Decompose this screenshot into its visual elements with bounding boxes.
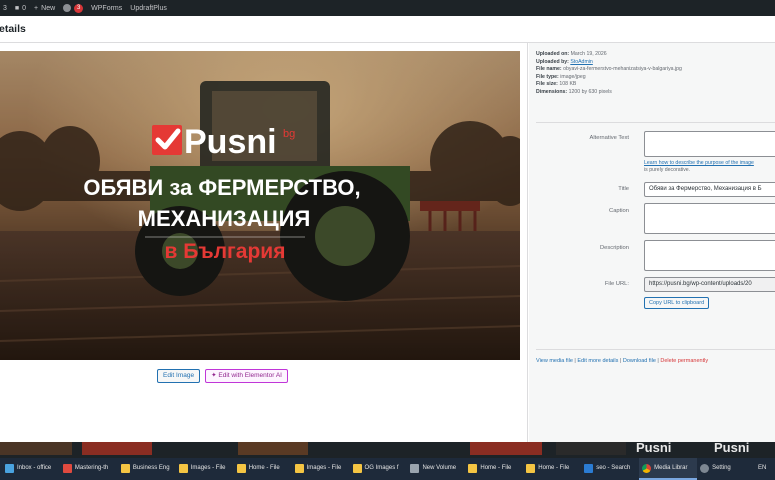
- adminbar-updates[interactable]: 3: [3, 5, 7, 12]
- folder-icon: [236, 463, 246, 473]
- language-indicator[interactable]: EN: [755, 458, 775, 480]
- search-app-icon: [584, 463, 594, 473]
- divider: [536, 349, 775, 350]
- taskbar-item[interactable]: Home - File: [234, 458, 292, 480]
- file-type: File type: image/jpeg: [536, 73, 586, 80]
- edit-image-button[interactable]: Edit Image: [157, 369, 201, 383]
- notification-badge: 3: [74, 3, 84, 13]
- taskbar-item-active[interactable]: Media Librar: [639, 458, 698, 480]
- plus-icon: +: [34, 4, 39, 12]
- background-media-grid: Pusni Pusni: [0, 440, 775, 455]
- image-edit-buttons: Edit Image ✦ Edit with Elementor AI: [70, 369, 375, 383]
- description-label: Description: [600, 245, 629, 251]
- seo-icon: [63, 4, 72, 12]
- taskbar-item[interactable]: Setting: [697, 458, 755, 480]
- adminbar-updraftplus[interactable]: UpdraftPlus: [130, 5, 167, 12]
- headline-line2: МЕХАНИЗАЦИЯ: [138, 206, 311, 231]
- chrome-icon: [642, 463, 652, 473]
- modal-header: etails: [0, 16, 775, 43]
- bg-thumbnail-text: Pusni: [636, 440, 672, 455]
- file-size: File size: 108 KB: [536, 81, 577, 88]
- folder-icon: [294, 463, 304, 473]
- copy-url-button[interactable]: Copy URL to clipboard: [644, 297, 710, 309]
- caption-label: Caption: [609, 208, 629, 214]
- gear-icon: [700, 463, 710, 473]
- mail-icon: [5, 463, 14, 473]
- uploaded-on: Uploaded on: March 19, 2026: [536, 51, 607, 57]
- download-file-link[interactable]: Download file: [623, 358, 656, 364]
- file-url-label: File URL:: [604, 281, 629, 287]
- drive-icon: [410, 463, 420, 473]
- modal-title: etails: [0, 23, 26, 35]
- view-media-file-link[interactable]: View media file: [536, 358, 573, 364]
- divider: [536, 122, 775, 123]
- adminbar-wpforms[interactable]: WPForms: [91, 5, 122, 12]
- taskbar-item[interactable]: New Volume: [407, 458, 465, 480]
- headline-line1: ОБЯВИ за ФЕРМЕРСТВО,: [83, 175, 360, 200]
- edit-more-details-link[interactable]: Edit more details: [577, 358, 618, 364]
- taskbar-item[interactable]: Home - File: [465, 458, 523, 480]
- admin-bar: 3 ■ 0 + New 3 WPForms UpdraftPlus: [0, 0, 775, 16]
- pusni-logo: [152, 125, 182, 155]
- adminbar-seo[interactable]: 3: [63, 3, 84, 13]
- alt-text-help: Learn how to describe the purpose of the…: [644, 160, 754, 173]
- headline-line3: в България: [165, 240, 286, 263]
- adminbar-new[interactable]: + New: [34, 5, 55, 12]
- alt-text-label: Alternative Text: [589, 135, 629, 141]
- alt-text-field[interactable]: [644, 131, 775, 157]
- taskbar-item[interactable]: seo - Search: [581, 458, 639, 480]
- taskbar-item[interactable]: Inbox - office: [2, 458, 60, 480]
- logo-text: Pusni: [184, 123, 277, 161]
- file-url-field[interactable]: https://pusni.bg/wp-content/uploads/20: [644, 277, 775, 292]
- file-name: File name: obyavi-za-fermerstvo-mehaniza…: [536, 66, 682, 73]
- uploaded-by: Uploaded by: StoAdmin: [536, 58, 593, 65]
- attachment-image: Pusni bg ОБЯВИ за ФЕРМЕРСТВО, МЕХАНИЗАЦИ…: [0, 51, 520, 360]
- delete-permanently-link[interactable]: Delete permanently: [660, 358, 708, 364]
- comment-icon: ■: [14, 4, 20, 12]
- edit-with-elementor-ai-button[interactable]: ✦ Edit with Elementor AI: [205, 369, 288, 383]
- pdf-icon: [62, 463, 72, 473]
- taskbar-item[interactable]: OG Images f: [350, 458, 408, 480]
- bg-thumbnail-text: Pusni: [714, 440, 750, 455]
- windows-taskbar: Inbox - office Mastering-th Business Eng…: [0, 458, 775, 480]
- caption-field[interactable]: [644, 203, 775, 234]
- title-field[interactable]: Обяви за Фермерство, Механизация в Б: [644, 182, 775, 197]
- attachment-details-sidebar: Uploaded on: March 19, 2026 Uploaded by:…: [529, 43, 775, 442]
- media-preview-area: Pusni bg ОБЯВИ за ФЕРМЕРСТВО, МЕХАНИЗАЦИ…: [0, 43, 528, 442]
- dimensions: Dimensions: 1200 by 630 pixels: [536, 88, 612, 95]
- folder-icon: [526, 463, 536, 473]
- folder-icon: [178, 463, 188, 473]
- description-field[interactable]: [644, 240, 775, 271]
- taskbar-item[interactable]: Images - File: [292, 458, 350, 480]
- folder-icon: [468, 463, 478, 473]
- uploaded-by-link[interactable]: StoAdmin: [570, 59, 593, 65]
- logo-suffix: bg: [283, 128, 295, 140]
- taskbar-item[interactable]: Business Eng: [118, 458, 176, 480]
- folder-icon: [120, 463, 130, 473]
- attachment-actions: View media file | Edit more details | Do…: [536, 358, 709, 364]
- title-label: Title: [618, 186, 629, 192]
- folder-icon: [352, 463, 362, 473]
- attachment-details-modal: etails Pusni bg ОБЯВИ за ФЕРМЕРСТВО, МЕХ…: [0, 16, 775, 442]
- adminbar-comments[interactable]: ■ 0: [15, 5, 26, 12]
- taskbar-item[interactable]: Mastering-th: [60, 458, 118, 480]
- taskbar-item[interactable]: Home - File: [523, 458, 581, 480]
- taskbar-item[interactable]: Images - File: [176, 458, 234, 480]
- alt-text-help-link[interactable]: Learn how to describe the purpose of the…: [644, 160, 754, 166]
- file-details: Uploaded on: March 19, 2026 Uploaded by:…: [529, 43, 775, 97]
